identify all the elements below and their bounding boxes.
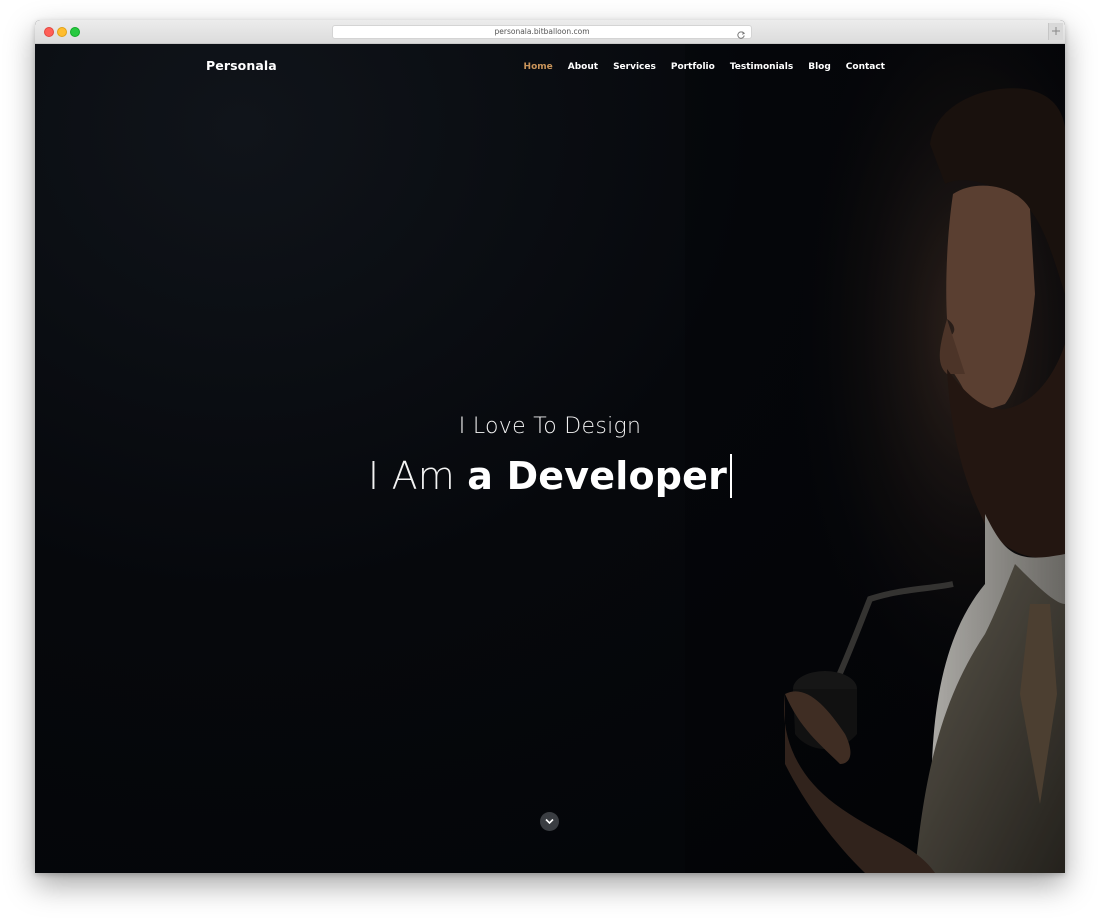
hero-tagline: I Love To Design [458,414,642,439]
main-nav: Home About Services Portfolio Testimonia… [524,62,885,72]
address-bar[interactable]: personala.bitballoon.com [332,25,752,39]
address-url[interactable]: personala.bitballoon.com [333,26,751,38]
page-viewport: Personala Home About Services Portfolio … [35,44,1065,873]
nav-item-testimonials[interactable]: Testimonials [730,62,793,72]
typing-cursor [730,453,733,498]
nav-item-blog[interactable]: Blog [808,62,831,72]
browser-titlebar: personala.bitballoon.com [35,20,1065,44]
hero-section: I Love To Design I Am a Developer [35,414,1065,499]
hero-headline-typed: a Developer [467,454,728,498]
new-tab-button[interactable] [1048,23,1063,40]
chevron-down-icon [545,818,554,825]
nav-item-home[interactable]: Home [524,62,553,72]
nav-item-contact[interactable]: Contact [846,62,885,72]
close-window-button[interactable] [44,27,54,37]
browser-window: personala.bitballoon.com Personala Home … [35,20,1065,873]
reload-icon[interactable] [736,27,746,39]
site-logo[interactable]: Personala [206,58,277,73]
scroll-down-button[interactable] [540,812,559,831]
nav-item-portfolio[interactable]: Portfolio [671,62,715,72]
nav-item-about[interactable]: About [568,62,598,72]
hero-headline: I Am a Developer [35,453,1065,499]
nav-item-services[interactable]: Services [613,62,656,72]
site-navbar: Personala Home About Services Portfolio … [35,44,1065,90]
minimize-window-button[interactable] [57,27,67,37]
plus-icon [1052,27,1060,35]
hero-headline-prefix: I Am [367,454,456,498]
maximize-window-button[interactable] [70,27,80,37]
